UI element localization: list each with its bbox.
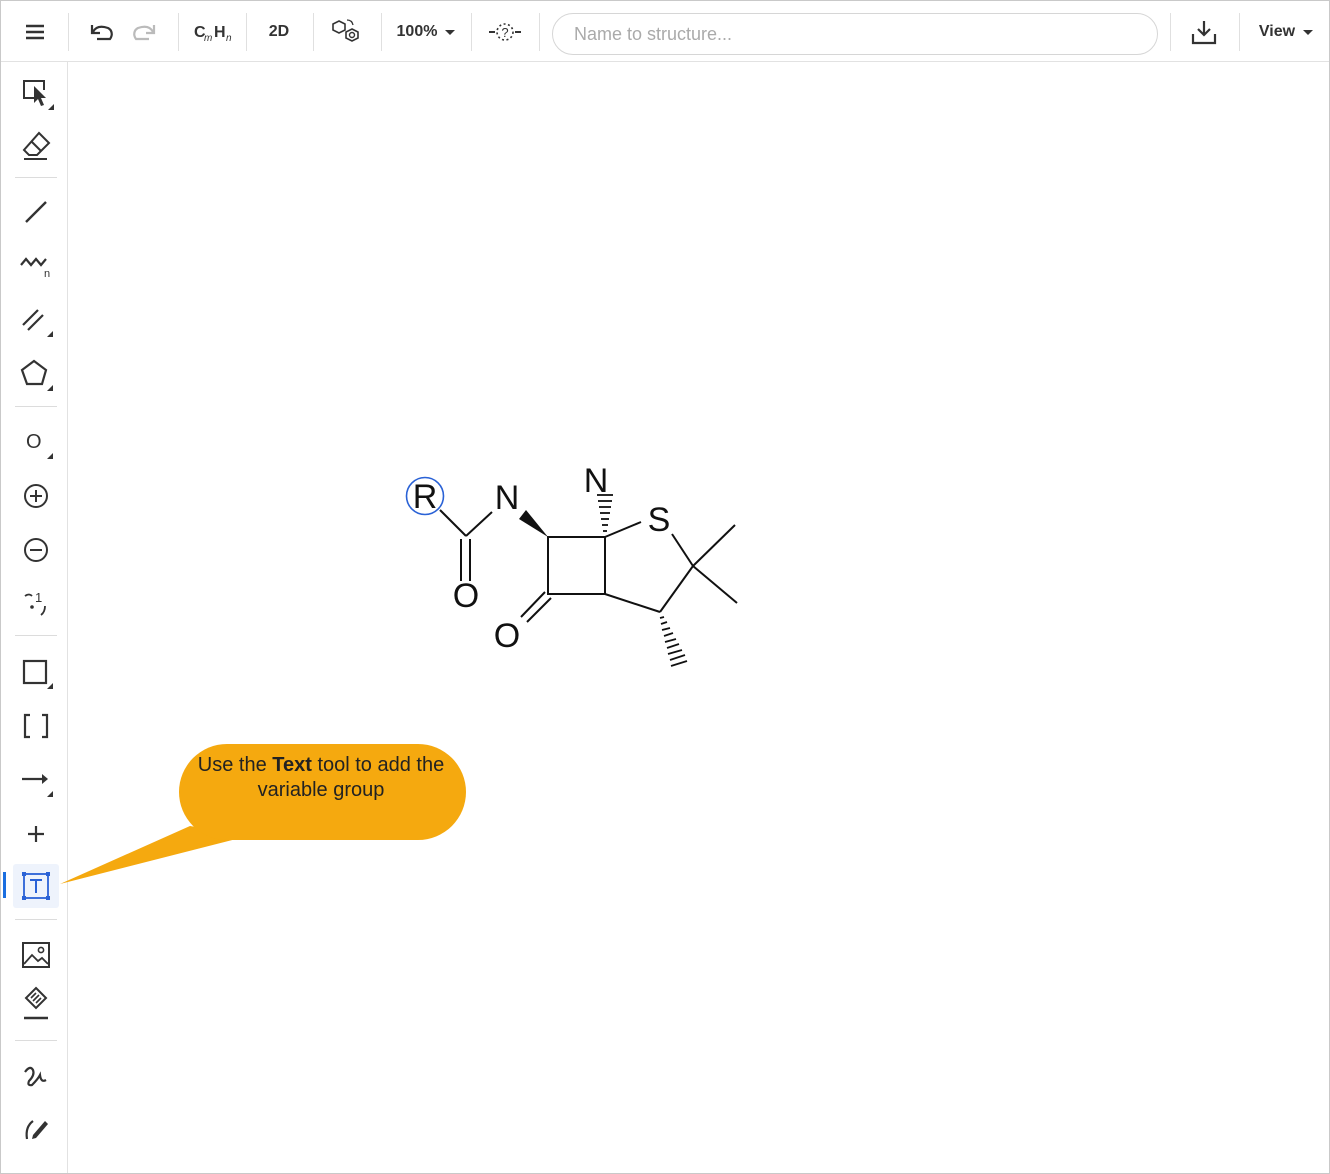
- r-group-label[interactable]: R: [413, 478, 438, 516]
- bond-methyl-1: [692, 524, 736, 567]
- wedge-bond: [519, 510, 548, 537]
- amide-oxygen-label[interactable]: O: [453, 577, 479, 615]
- callout-text-start: Use the: [197, 754, 273, 776]
- callout-text-bold: Text: [272, 754, 312, 776]
- cyclobutane-ring: [547, 536, 606, 595]
- bond-lines: [439, 509, 738, 623]
- bond-s-quaternary: [671, 533, 694, 567]
- hashed-bond-up: [597, 494, 613, 532]
- bond-ch-ring: [604, 593, 661, 613]
- bond-ketone-double: [520, 591, 552, 623]
- amide-nitrogen-label[interactable]: N: [495, 479, 520, 517]
- bond-amide-double: [460, 539, 471, 581]
- ring-nitrogen-label[interactable]: N: [584, 462, 609, 500]
- molecule-drawing[interactable]: R N N S O O: [0, 0, 1330, 1174]
- sulfur-label[interactable]: S: [648, 501, 671, 539]
- hashed-bond-down: [659, 616, 688, 667]
- bond-carbonyl-n: [465, 511, 493, 537]
- bond-methyl-2: [692, 565, 738, 604]
- callout-text: Use the Text tool to add the variable gr…: [183, 753, 459, 803]
- bond-r-carbonyl: [439, 509, 467, 537]
- bond-ring-s: [604, 521, 642, 538]
- bond-quaternary-ch: [659, 565, 694, 613]
- ketone-oxygen-label[interactable]: O: [494, 617, 520, 655]
